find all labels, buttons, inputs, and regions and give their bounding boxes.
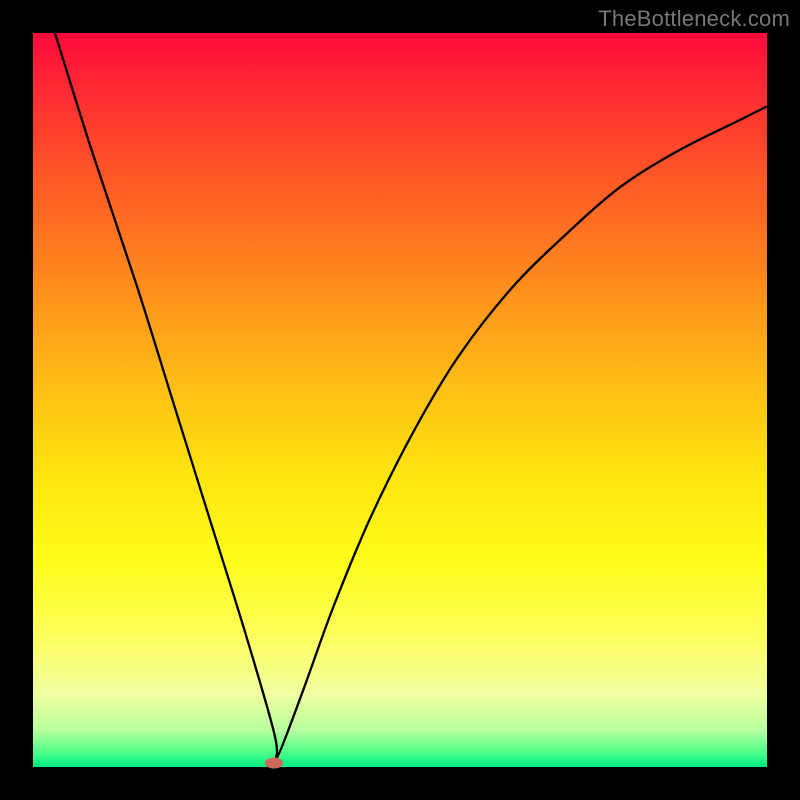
curve-svg (33, 33, 767, 767)
plot-area (33, 33, 767, 767)
optimum-marker (265, 758, 283, 769)
watermark-text: TheBottleneck.com (598, 6, 790, 32)
bottleneck-curve (55, 33, 767, 763)
chart-frame: TheBottleneck.com (0, 0, 800, 800)
